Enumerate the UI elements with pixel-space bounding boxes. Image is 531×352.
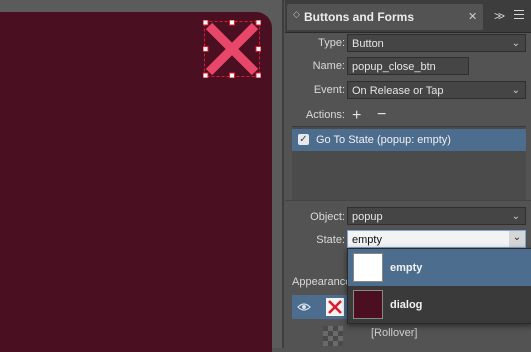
list-item[interactable]: ✓ Go To State (popup: empty)	[292, 129, 526, 151]
add-action-icon[interactable]: +	[352, 107, 361, 125]
transparency-thumbnail-icon	[323, 326, 343, 346]
state-option-empty[interactable]: empty	[348, 249, 531, 286]
name-label: Name:	[312, 60, 345, 72]
close-button-object[interactable]	[202, 19, 262, 79]
action-label: Go To State (popup: empty)	[316, 134, 451, 146]
state-thumbnail	[353, 290, 383, 319]
chevron-down-icon: ⌄	[511, 211, 520, 222]
event-label: Event:	[313, 84, 345, 96]
panel-header: ◇ Buttons and Forms ✕ >>	[285, 0, 531, 33]
canvas-divider	[282, 0, 284, 348]
state-select[interactable]: empty ⌄	[347, 230, 526, 248]
name-input[interactable]: popup_close_btn	[347, 57, 469, 75]
state-label: State:	[316, 234, 345, 246]
section-divider	[285, 200, 531, 201]
eye-icon[interactable]	[297, 301, 311, 313]
close-thumbnail-icon	[326, 298, 344, 316]
state-value: empty	[352, 234, 382, 246]
action-list: ✓ Go To State (popup: empty)	[292, 126, 526, 201]
object-label: Object:	[310, 211, 345, 223]
actions-label: Actions:	[305, 109, 345, 121]
state-option-label: empty	[390, 262, 423, 274]
collapse-icon[interactable]: >>	[494, 9, 505, 23]
object-value: popup	[352, 211, 383, 223]
name-value: popup_close_btn	[352, 61, 436, 73]
remove-action-icon[interactable]: −	[377, 106, 386, 124]
grip-icon[interactable]: ◇	[293, 10, 300, 19]
type-label: Type:	[318, 37, 345, 49]
rollover-label: [Rollover]	[371, 327, 418, 339]
close-icon[interactable]: ✕	[468, 10, 477, 23]
panel-menu-icon[interactable]	[514, 10, 524, 22]
type-value: Button	[352, 38, 384, 50]
event-select[interactable]: On Release or Tap ⌄	[347, 81, 526, 99]
document-canvas[interactable]	[0, 0, 284, 352]
appearance-label: Appearance	[292, 276, 352, 288]
action-checkbox[interactable]: ✓	[298, 134, 309, 145]
event-value: On Release or Tap	[352, 85, 444, 97]
state-thumbnail	[353, 253, 383, 282]
panel-title: Buttons and Forms	[304, 10, 414, 24]
state-dropdown-menu: empty dialog	[347, 248, 531, 324]
close-x-icon	[202, 19, 262, 79]
state-option-dialog[interactable]: dialog	[348, 286, 531, 323]
object-select[interactable]: popup ⌄	[347, 207, 526, 225]
chevron-down-icon: ⌄	[511, 38, 520, 49]
chevron-down-icon: ⌄	[511, 85, 520, 96]
state-option-label: dialog	[390, 299, 423, 311]
panel-tab[interactable]: ◇ Buttons and Forms ✕	[287, 4, 483, 30]
chevron-down-icon[interactable]: ⌄	[509, 231, 525, 247]
type-select[interactable]: Button ⌄	[347, 34, 526, 52]
